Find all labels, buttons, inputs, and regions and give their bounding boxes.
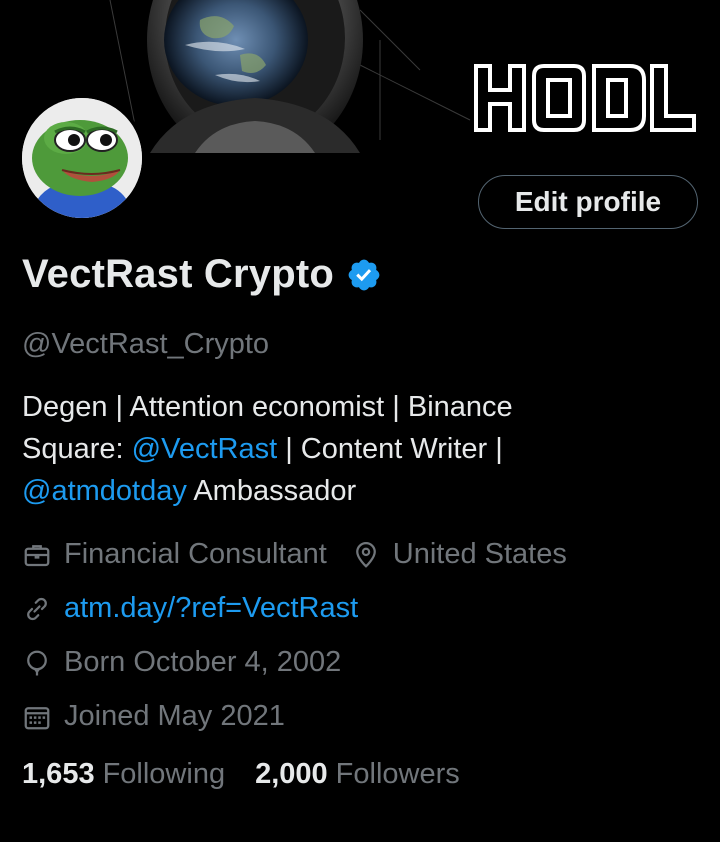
website-row: atm.day/?ref=VectRast — [22, 592, 358, 625]
joined-date: Joined May 2021 — [64, 700, 285, 732]
bio-text: | Content Writer | — [277, 433, 503, 465]
birthday: Born October 4, 2002 — [64, 646, 342, 678]
mention-link-vectrast[interactable]: @VectRast — [132, 433, 278, 465]
professional-category: Financial Consultant — [64, 538, 327, 570]
balloon-icon — [27, 650, 47, 675]
briefcase-icon — [24, 544, 50, 566]
following-count: 1,653 — [22, 758, 95, 790]
followers-label: Followers — [335, 758, 460, 790]
bio-line-1: Degen | Attention economist | Binance — [22, 391, 513, 423]
link-icon — [27, 597, 47, 620]
verified-badge-icon[interactable] — [346, 257, 382, 293]
website-link[interactable]: atm.day/?ref=VectRast — [64, 592, 358, 625]
following-label: Following — [102, 758, 226, 790]
bio-text: Ambassador — [186, 475, 357, 507]
following-link[interactable]: 1,653 Following — [22, 758, 225, 791]
followers-link[interactable]: 2,000 Followers — [255, 758, 460, 791]
profile-avatar[interactable] — [18, 94, 146, 222]
followers-count: 2,000 — [255, 758, 328, 790]
category-location-row: Financial Consultant United States — [22, 538, 567, 571]
avatar-image — [22, 98, 142, 218]
hodl-logo — [474, 64, 696, 132]
joined-row: Joined May 2021 — [22, 700, 285, 733]
mention-link-atmdotday[interactable]: @atmdotday — [22, 475, 187, 507]
pepe-frog-avatar — [22, 98, 142, 218]
bio-line-2: Square: @VectRast | Content Writer | — [22, 428, 702, 470]
location: United States — [392, 538, 567, 570]
display-name: VectRast Crypto — [22, 252, 334, 296]
user-handle: @VectRast_Crypto — [22, 328, 270, 360]
location-pin-icon — [355, 541, 376, 568]
birthday-row: Born October 4, 2002 — [22, 646, 341, 679]
bio-text: Square: — [22, 433, 132, 465]
bio-line-3: @atmdotday Ambassador — [22, 470, 702, 512]
bio: Degen | Attention economist | Binance Sq… — [22, 386, 702, 512]
calendar-icon — [24, 706, 50, 729]
edit-profile-button[interactable]: Edit profile — [478, 175, 698, 229]
name-row: VectRast Crypto — [22, 252, 382, 297]
follow-stats: 1,653 Following 2,000 Followers — [22, 758, 460, 791]
